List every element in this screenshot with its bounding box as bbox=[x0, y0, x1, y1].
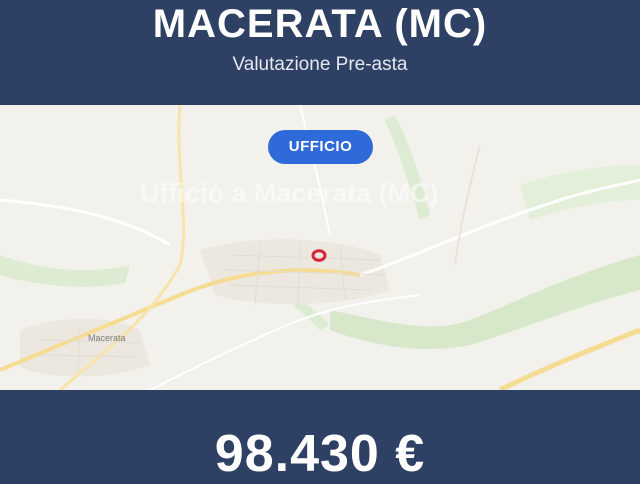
page-title: MACERATA (MC) bbox=[152, 2, 488, 46]
category-badge[interactable]: UFFICIO bbox=[268, 130, 373, 164]
location-marker-icon[interactable] bbox=[311, 249, 327, 262]
map-place-label: Macerata bbox=[88, 333, 126, 343]
page-subtitle: Valutazione Pre-asta bbox=[232, 54, 408, 75]
price-value: 98.430 € bbox=[214, 425, 426, 483]
listing-title-overlay: Ufficio a Macerata (MC) bbox=[140, 178, 439, 208]
header: MACERATA (MC) Valutazione Pre-asta bbox=[0, 0, 640, 105]
